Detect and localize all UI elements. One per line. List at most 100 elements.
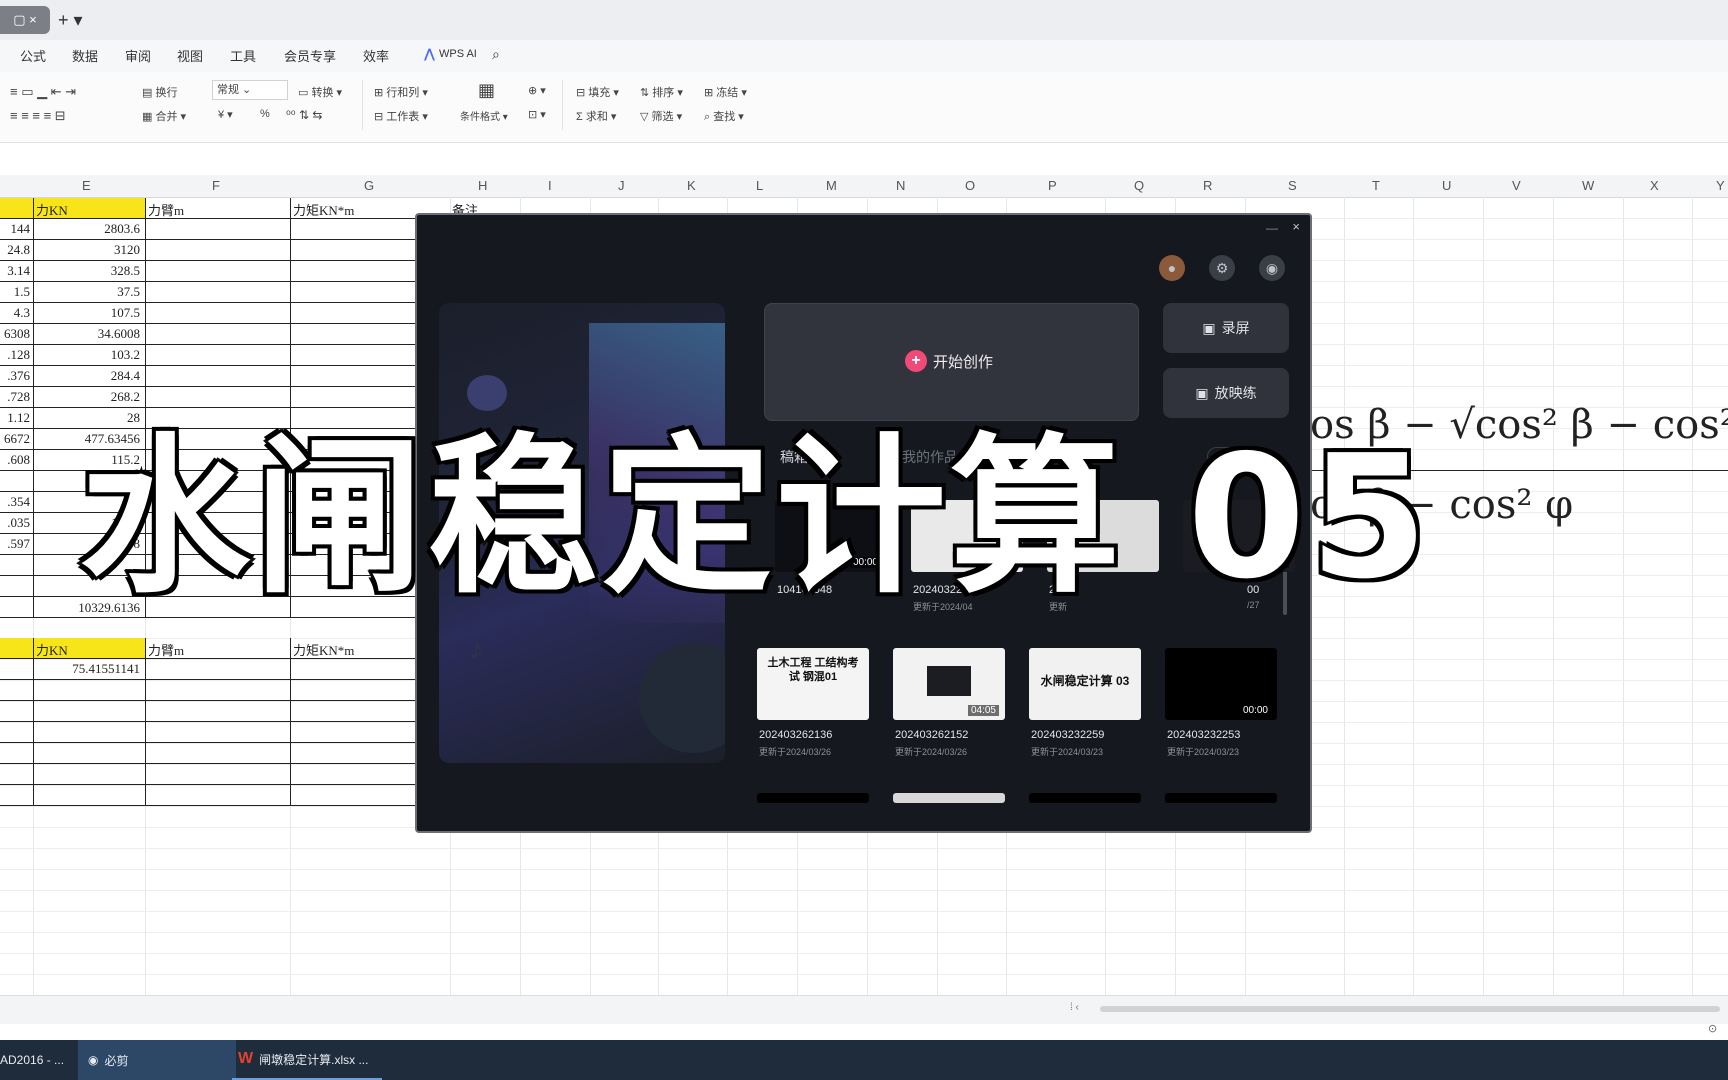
conditional-format-icon[interactable]: ▦ [478, 80, 495, 101]
column-label-l[interactable]: L [756, 178, 763, 193]
cell-d[interactable]: 4.3 [0, 305, 30, 321]
column-label-e[interactable]: E [82, 178, 91, 193]
cell-d[interactable]: 6672 [0, 431, 30, 447]
fill-button[interactable]: ⊟ 填充 ▾ [576, 84, 619, 100]
document-tab[interactable]: ▢ × [0, 6, 50, 34]
cell-d[interactable]: 144 [0, 221, 31, 237]
menu-efficiency[interactable]: 效率 [363, 46, 389, 65]
draft-thumbnail[interactable]: 水闸稳定计算 03 [1029, 648, 1141, 720]
cell-e[interactable]: 268.2 [40, 389, 140, 405]
zoom-icon[interactable]: ⊙ [1708, 1022, 1717, 1035]
cell-d[interactable]: 1.12 [0, 410, 30, 426]
number-format-select[interactable]: 常规 ⌄ [212, 80, 288, 100]
screen-record-button[interactable]: ▣ 录屏 [1163, 303, 1289, 353]
cell-e[interactable]: 3120 [40, 242, 140, 258]
draft-thumbnail-partial[interactable] [757, 793, 869, 803]
column-label-v[interactable]: V [1512, 178, 1521, 193]
align-top-icon[interactable]: ≡ ▭ ▁ ⇤ ⇥ [10, 84, 76, 100]
cell-d[interactable]: 3.14 [0, 263, 30, 279]
currency-button[interactable]: ¥ ▾ [218, 108, 233, 121]
column-label-g[interactable]: G [364, 178, 374, 193]
column-label-f[interactable]: F [212, 178, 220, 193]
task-wps[interactable]: W 闸墩稳定计算.xlsx ... [232, 1040, 382, 1080]
close-icon[interactable]: × [1292, 219, 1300, 234]
cell-d[interactable]: 1.5 [0, 284, 30, 300]
cell-d[interactable]: .128 [0, 347, 30, 363]
menu-view[interactable]: 视图 [177, 46, 203, 65]
column-label-r[interactable]: R [1203, 178, 1212, 193]
minimize-icon[interactable]: — [1266, 221, 1278, 235]
draft-thumbnail-partial[interactable] [1165, 793, 1277, 803]
column-label-m[interactable]: M [826, 178, 837, 193]
wrap-button[interactable]: ▤ 换行 [142, 84, 177, 100]
settings-icon[interactable]: ⚙ [1209, 255, 1235, 281]
draft-thumbnail[interactable]: 04:05 [893, 648, 1005, 720]
message-icon[interactable]: ◉ [1259, 255, 1285, 281]
draft-thumbnail-partial[interactable] [1029, 793, 1141, 803]
wps-ai-button[interactable]: ⋀ WPS AI [424, 46, 477, 62]
column-label-u[interactable]: U [1442, 178, 1451, 193]
column-label-q[interactable]: Q [1134, 178, 1144, 193]
cell-d[interactable]: .728 [0, 389, 30, 405]
practice-button[interactable]: ▣ 放映练 [1163, 368, 1289, 418]
cell-d[interactable]: .376 [0, 368, 30, 384]
column-label-x[interactable]: X [1650, 178, 1659, 193]
cell-e[interactable]: 34.6008 [40, 326, 140, 342]
merge-button[interactable]: ▦ 合并 ▾ [142, 108, 186, 124]
sum-button[interactable]: Σ 求和 ▾ [576, 108, 616, 124]
percent-button[interactable]: % [260, 108, 270, 120]
cell-d[interactable]: 6308 [0, 326, 30, 342]
second-force-cell[interactable]: 75.41551141 [40, 661, 140, 677]
decimal-icons[interactable]: ⁰⁰ ⇅ ⇆ [286, 108, 322, 122]
new-tab-button[interactable]: + ▾ [58, 8, 83, 32]
start-create-button[interactable]: + 开始创作 [764, 303, 1139, 421]
cell-format-icon[interactable]: ⊡ ▾ [528, 108, 546, 121]
draft-thumbnail[interactable]: 土木工程 工结构考试 钢混01 [757, 648, 869, 720]
user-avatar[interactable]: ● [1159, 255, 1185, 281]
menu-tools[interactable]: 工具 [230, 46, 256, 65]
task-bijian[interactable]: ◉ 必剪 [78, 1040, 236, 1080]
draft-thumbnail-partial[interactable] [893, 793, 1005, 803]
cell-d[interactable]: .035 [0, 515, 30, 531]
cell-e[interactable]: 103.2 [40, 347, 140, 363]
column-label-p[interactable]: P [1048, 178, 1057, 193]
column-label-s[interactable]: S [1288, 178, 1297, 193]
column-label-o[interactable]: O [965, 178, 975, 193]
cell-e[interactable]: 328.5 [40, 263, 140, 279]
cell-d[interactable]: .597 [0, 536, 30, 552]
filter-button[interactable]: ▽ 筛选 ▾ [640, 108, 682, 124]
scroll-arrows[interactable]: ⁞ ‹ [1070, 1002, 1079, 1013]
column-label-h[interactable]: H [478, 178, 487, 193]
style-icon[interactable]: ⊕ ▾ [528, 84, 546, 97]
menu-review[interactable]: 审阅 [125, 46, 151, 65]
sort-button[interactable]: ⇅ 排序 ▾ [640, 84, 683, 100]
rows-cols-button[interactable]: ⊞ 行和列 ▾ [374, 84, 428, 100]
worksheet-button[interactable]: ⊟ 工作表 ▾ [374, 108, 428, 124]
column-label-n[interactable]: N [896, 178, 905, 193]
column-label-k[interactable]: K [687, 178, 696, 193]
convert-button[interactable]: ▭ 转换 ▾ [298, 84, 342, 100]
column-label-t[interactable]: T [1372, 178, 1380, 193]
task-autocad[interactable]: AD2016 - ... [0, 1040, 72, 1080]
column-label-w[interactable]: W [1582, 178, 1594, 193]
cell-d[interactable]: .608 [0, 452, 30, 468]
align-left-icon[interactable]: ≡ ≡ ≡ ≡ ⊟ [10, 108, 66, 124]
draft-thumbnail[interactable]: 00:00 [1165, 648, 1277, 720]
horizontal-scrollbar[interactable] [1100, 1006, 1720, 1012]
conditional-format-button[interactable]: 条件格式 ▾ [460, 108, 508, 123]
menu-formula[interactable]: 公式 [20, 46, 46, 65]
find-button[interactable]: ⌕ 查找 ▾ [704, 108, 744, 124]
cell-d[interactable]: 24.8 [0, 242, 30, 258]
column-label-y[interactable]: Y [1716, 178, 1725, 193]
freeze-button[interactable]: ⊞ 冻结 ▾ [704, 84, 747, 100]
menu-data[interactable]: 数据 [72, 46, 98, 65]
menu-member[interactable]: 会员专享 [284, 46, 336, 65]
cell-e[interactable]: 107.5 [40, 305, 140, 321]
search-icon[interactable]: ⌕ [492, 46, 500, 63]
cell-e[interactable]: 284.4 [40, 368, 140, 384]
column-label-i[interactable]: I [548, 178, 552, 193]
column-label-j[interactable]: J [618, 178, 625, 193]
cell-d[interactable]: .354 [0, 494, 30, 510]
cell-e[interactable]: 2803.6 [40, 221, 140, 237]
cell-e[interactable]: 37.5 [40, 284, 140, 300]
